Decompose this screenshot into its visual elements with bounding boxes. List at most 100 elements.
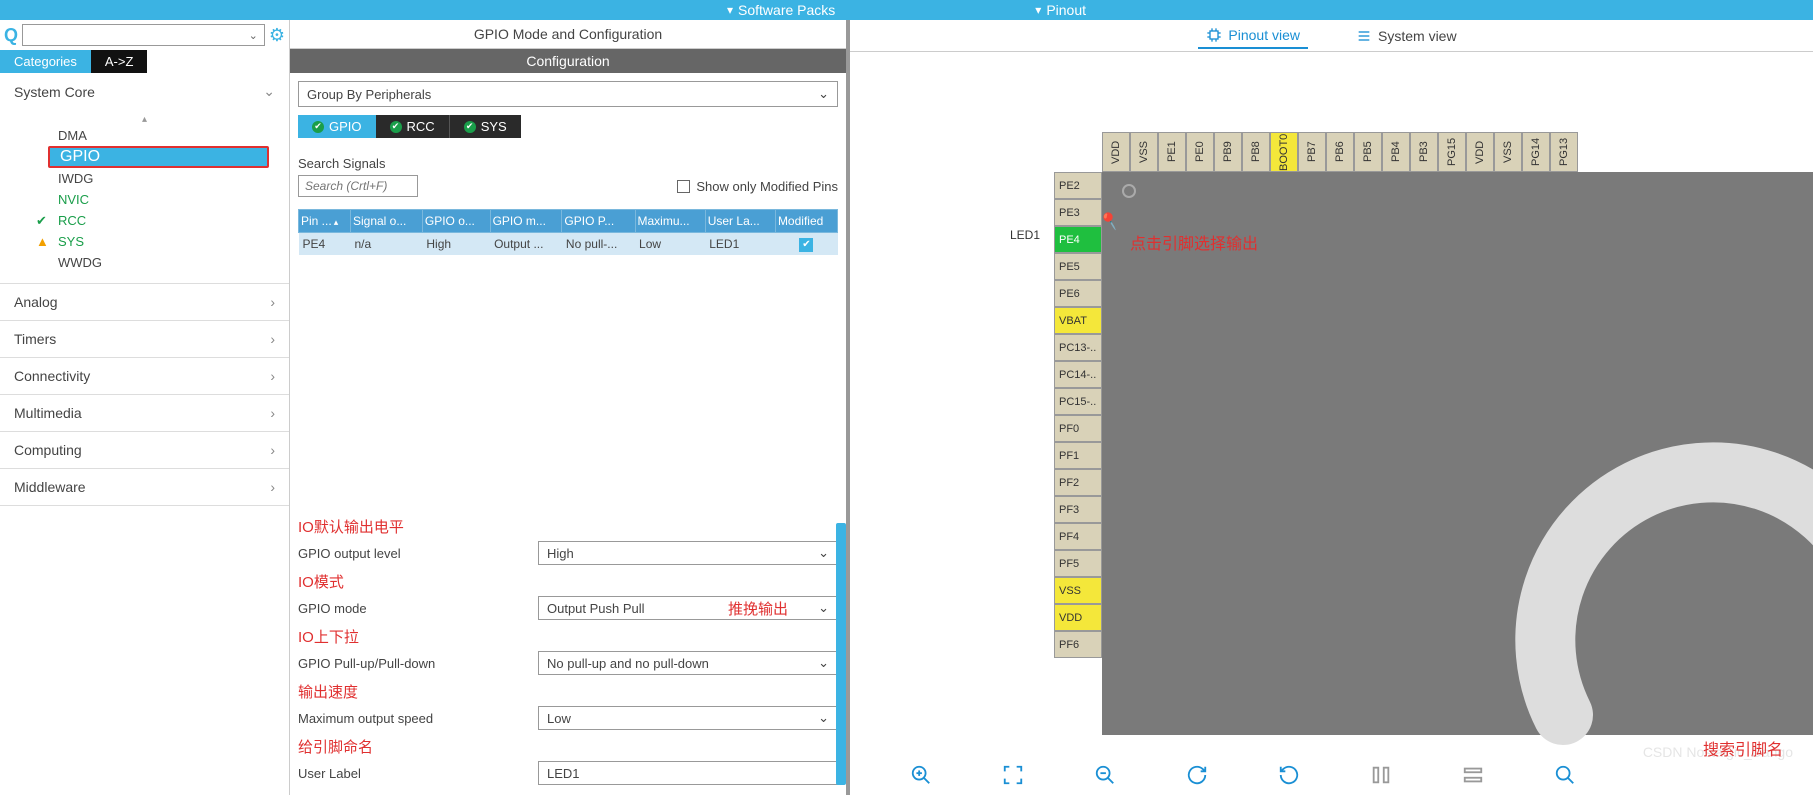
sidebar-item-dma[interactable]: DMA — [0, 125, 289, 146]
chevron-right-icon: › — [270, 442, 275, 458]
chip-pin-top[interactable]: VSS — [1130, 132, 1158, 172]
chevron-down-icon: ⌄ — [818, 545, 829, 561]
sidebar-item-sys[interactable]: ▲SYS — [0, 231, 289, 252]
show-modified-checkbox[interactable]: Show only Modified Pins — [677, 179, 838, 194]
menu-software-packs[interactable]: Software Packs — [727, 2, 835, 18]
chip-pin-left[interactable]: PC15-.. — [1054, 388, 1102, 415]
search-icon[interactable]: Q — [4, 25, 18, 46]
chip-pin-left[interactable]: PE6 — [1054, 280, 1102, 307]
tab-system-view[interactable]: System view — [1348, 24, 1465, 48]
col-modified[interactable]: Modified — [775, 210, 837, 233]
section-analog[interactable]: Analog› — [0, 284, 289, 320]
table-header-row: Pin ... Signal o... GPIO o... GPIO m... … — [299, 210, 838, 233]
chip-pin-left[interactable]: PF6 — [1054, 631, 1102, 658]
chip-pin-left[interactable]: PF2 — [1054, 469, 1102, 496]
chip-canvas[interactable]: VDDVSSPE1PE0PB9PB8BOOT0PB7PB6PB5PB4PB3PG… — [850, 52, 1813, 795]
scroll-up-icon[interactable]: ▴ — [0, 114, 289, 125]
chip-pin-top[interactable]: PB3 — [1410, 132, 1438, 172]
prop-pull-select[interactable]: No pull-up and no pull-down⌄ — [538, 651, 838, 675]
chip-pin-left[interactable]: PE4 — [1054, 226, 1102, 253]
chip-pin-left[interactable]: VDD — [1054, 604, 1102, 631]
prop-speed-select[interactable]: Low⌄ — [538, 706, 838, 730]
chip-pin-left[interactable]: PF0 — [1054, 415, 1102, 442]
table-row[interactable]: PE4 n/a High Output ... No pull-... Low … — [299, 233, 838, 255]
chip-pin-left[interactable]: PE5 — [1054, 253, 1102, 280]
col-gpio-output[interactable]: GPIO o... — [422, 210, 490, 233]
section-system-core[interactable]: System Core⌄ — [0, 73, 289, 110]
chip-pin-top[interactable]: PG15 — [1438, 132, 1466, 172]
columns-icon[interactable] — [1370, 764, 1392, 786]
chip-pin-left[interactable]: VBAT — [1054, 307, 1102, 334]
periph-tab-sys[interactable]: ✔SYS — [449, 115, 521, 138]
zoom-out-icon[interactable] — [1094, 764, 1116, 786]
col-user-label[interactable]: User La... — [705, 210, 775, 233]
chip-pin-left[interactable]: VSS — [1054, 577, 1102, 604]
panel-title: GPIO Mode and Configuration — [290, 20, 846, 49]
chip-pin-left[interactable]: PF3 — [1054, 496, 1102, 523]
chip-pin-top[interactable]: PG14 — [1522, 132, 1550, 172]
chip-pin-top[interactable]: PG13 — [1550, 132, 1578, 172]
layers-icon[interactable] — [1462, 764, 1484, 786]
chip-pin-left[interactable]: PF4 — [1054, 523, 1102, 550]
chip-pin-top[interactable]: PB4 — [1382, 132, 1410, 172]
chip-pin-top[interactable]: PE1 — [1158, 132, 1186, 172]
annotation: IO模式 — [298, 571, 838, 592]
chip-pin-top[interactable]: VSS — [1494, 132, 1522, 172]
periph-tab-gpio[interactable]: ✔GPIO — [298, 115, 376, 138]
zoom-in-icon[interactable] — [910, 764, 932, 786]
search-pin-icon[interactable] — [1554, 764, 1576, 786]
chip-pin-top[interactable]: PE0 — [1186, 132, 1214, 172]
chip-pin-left[interactable]: PE2 — [1054, 172, 1102, 199]
tab-pinout-view[interactable]: Pinout view — [1198, 23, 1308, 49]
chip-pin-top[interactable]: PB8 — [1242, 132, 1270, 172]
sidebar-item-wwdg[interactable]: WWDG — [0, 252, 289, 273]
chip-pin-left[interactable]: PC13-.. — [1054, 334, 1102, 361]
col-gpio-mode[interactable]: GPIO m... — [490, 210, 562, 233]
prop-mode-select[interactable]: Output Push Pull⌄ — [538, 596, 838, 620]
col-pin[interactable]: Pin ... — [299, 210, 351, 233]
tab-a-z[interactable]: A->Z — [91, 50, 148, 73]
search-signals-input[interactable] — [298, 175, 418, 197]
check-icon: ✔ — [36, 213, 47, 229]
prop-speed-label: Maximum output speed — [298, 711, 538, 726]
section-connectivity[interactable]: Connectivity› — [0, 358, 289, 394]
col-max-output[interactable]: Maximu... — [635, 210, 705, 233]
search-combo[interactable]: ⌄ — [22, 24, 265, 46]
chip-pin-top[interactable]: VDD — [1466, 132, 1494, 172]
chip-pin-top[interactable]: PB5 — [1354, 132, 1382, 172]
chip-pin-top[interactable]: VDD — [1102, 132, 1130, 172]
scrollbar[interactable] — [836, 523, 846, 785]
gear-icon[interactable]: ⚙ — [269, 25, 285, 46]
chip-pin-left[interactable]: PF5 — [1054, 550, 1102, 577]
sidebar-item-rcc[interactable]: ✔RCC — [0, 210, 289, 231]
col-gpio-pull[interactable]: GPIO P... — [562, 210, 635, 233]
section-multimedia[interactable]: Multimedia› — [0, 395, 289, 431]
chip-pin-top[interactable]: BOOT0 — [1270, 132, 1298, 172]
chevron-right-icon: › — [270, 405, 275, 421]
list-icon — [1356, 28, 1372, 44]
fullscreen-icon[interactable] — [1002, 764, 1024, 786]
chip-pin-top[interactable]: PB7 — [1298, 132, 1326, 172]
col-signal[interactable]: Signal o... — [350, 210, 422, 233]
chip-pin-top[interactable]: PB9 — [1214, 132, 1242, 172]
prop-output-level-select[interactable]: High⌄ — [538, 541, 838, 565]
sidebar-item-gpio[interactable]: GPIO — [48, 146, 269, 168]
chip-pin-left[interactable]: PC14-.. — [1054, 361, 1102, 388]
chip-pin-top[interactable]: PB6 — [1326, 132, 1354, 172]
periph-tab-rcc[interactable]: ✔RCC — [376, 115, 449, 138]
rotate-cw-icon[interactable] — [1186, 764, 1208, 786]
sidebar-item-nvic[interactable]: NVIC — [0, 189, 289, 210]
prop-output-level-label: GPIO output level — [298, 546, 538, 561]
tab-categories[interactable]: Categories — [0, 50, 91, 73]
ok-icon: ✔ — [464, 121, 476, 133]
section-computing[interactable]: Computing› — [0, 432, 289, 468]
menu-pinout[interactable]: Pinout — [1035, 2, 1086, 18]
rotate-ccw-icon[interactable] — [1278, 764, 1300, 786]
chip-pin-left[interactable]: PE3 — [1054, 199, 1102, 226]
sidebar-item-iwdg[interactable]: IWDG — [0, 168, 289, 189]
group-by-select[interactable]: Group By Peripherals⌄ — [298, 81, 838, 107]
prop-userlabel-input[interactable]: LED1 — [538, 761, 838, 785]
section-timers[interactable]: Timers› — [0, 321, 289, 357]
chip-pin-left[interactable]: PF1 — [1054, 442, 1102, 469]
section-middleware[interactable]: Middleware› — [0, 469, 289, 505]
